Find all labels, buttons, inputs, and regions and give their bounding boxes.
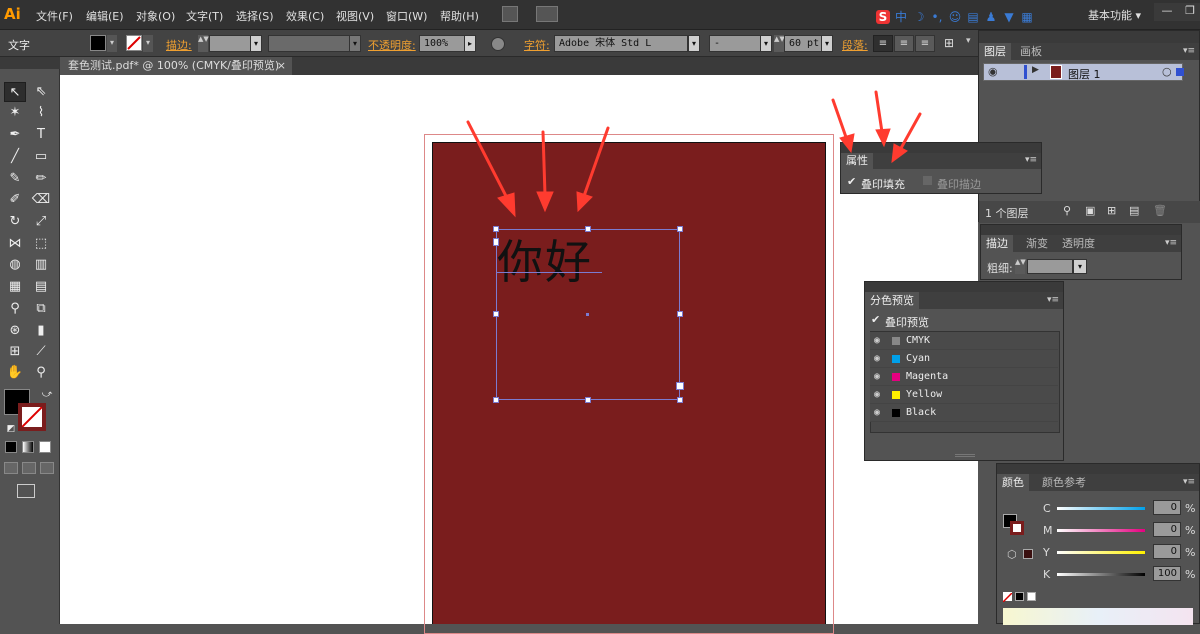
arrow-5-head — [875, 128, 891, 148]
arrow-3-head — [576, 191, 593, 213]
arrow-6-head — [891, 143, 908, 164]
arrow-6 — [898, 112, 922, 152]
arrow-4-head — [839, 133, 855, 154]
arrow-5 — [874, 90, 884, 134]
annotation-arrows — [466, 90, 922, 218]
arrow-1-head — [497, 192, 516, 218]
arrow-1 — [466, 120, 510, 202]
arrow-4 — [831, 98, 849, 142]
arrow-3 — [582, 126, 610, 198]
arrow-2 — [541, 130, 547, 197]
arrow-2-head — [536, 191, 554, 213]
